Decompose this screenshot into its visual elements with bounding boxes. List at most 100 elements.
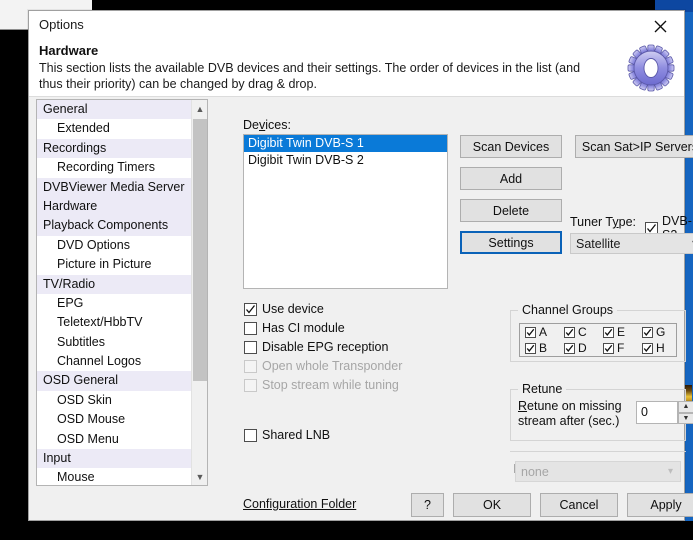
checkbox-box: [642, 327, 653, 338]
channel-group-label: C: [578, 325, 587, 339]
stop-stream-while-tuning-checkbox: Stop stream while tuning: [244, 378, 399, 392]
device-list-item[interactable]: Digibit Twin DVB-S 2: [244, 152, 447, 169]
open-whole-transponder-label: Open whole Transponder: [262, 359, 402, 373]
disable-epg-reception-label: Disable EPG reception: [262, 340, 388, 354]
use-device-label: Use device: [262, 302, 324, 316]
shared-lnb-checkbox[interactable]: Shared LNB: [244, 428, 330, 442]
sidebar-item-osd-mouse[interactable]: OSD Mouse: [37, 410, 207, 429]
sidebar-item-mouse[interactable]: Mouse: [37, 468, 207, 486]
help-button[interactable]: ?: [411, 493, 444, 517]
retune-title: Retune: [518, 382, 566, 396]
checkbox-box: [603, 327, 614, 338]
tuner-type-label: Tuner Type:: [570, 215, 636, 229]
device-list-item[interactable]: Digibit Twin DVB-S 1: [244, 135, 447, 152]
sidebar-item-teletext-hbbtv[interactable]: Teletext/HbbTV: [37, 313, 207, 332]
devices-list[interactable]: Digibit Twin DVB-S 1Digibit Twin DVB-S 2: [243, 134, 448, 289]
delete-button[interactable]: Delete: [460, 199, 562, 222]
sidebar-item-extended[interactable]: Extended: [37, 119, 207, 138]
spin-down-icon[interactable]: ▼: [678, 413, 693, 425]
settings-button[interactable]: Settings: [460, 231, 562, 254]
settings-tree-items: GeneralExtendedRecordingsRecording Timer…: [37, 100, 207, 486]
sidebar-item-dvbviewer-media-server[interactable]: DVBViewer Media Server: [37, 178, 207, 197]
chevron-up-icon[interactable]: ▲: [192, 100, 208, 117]
checkbox-box: [244, 429, 257, 442]
devices-label: Devices:: [243, 118, 291, 132]
tuner-type-select[interactable]: Satellite ▾: [570, 233, 693, 254]
sidebar-item-input[interactable]: Input: [37, 449, 207, 468]
retune-group: Retune Retune on missingstream after (se…: [510, 389, 686, 441]
checkbox-box: [244, 341, 257, 354]
retune-label: Retune on missingstream after (sec.): [518, 399, 628, 429]
channel-group-label: E: [617, 325, 625, 339]
options-dialog: Options Hardware This section lists the …: [28, 10, 685, 521]
scan-satip-servers-button[interactable]: Scan Sat>IP Servers: [575, 135, 693, 158]
scrollbar-thumb[interactable]: [193, 119, 207, 381]
sidebar-item-subtitles[interactable]: Subtitles: [37, 333, 207, 352]
open-whole-transponder-checkbox: Open whole Transponder: [244, 359, 402, 373]
configuration-folder-link[interactable]: Configuration Folder: [243, 497, 356, 511]
sidebar-item-recordings[interactable]: Recordings: [37, 139, 207, 158]
checkbox-box: [244, 303, 257, 316]
sidebar-item-recording-timers[interactable]: Recording Timers: [37, 158, 207, 177]
retune-stepper[interactable]: ▲ ▼: [678, 401, 693, 424]
has-ci-module-label: Has CI module: [262, 321, 345, 335]
chevron-down-icon: ▾: [668, 466, 673, 477]
sidebar-item-tv-radio[interactable]: TV/Radio: [37, 275, 207, 294]
channel-group-e-checkbox[interactable]: E: [598, 325, 637, 339]
external-ci-value: none: [521, 465, 549, 479]
sidebar-item-dvd-options[interactable]: DVD Options: [37, 236, 207, 255]
sidebar-item-osd-menu[interactable]: OSD Menu: [37, 430, 207, 449]
channel-group-label: H: [656, 341, 665, 355]
channel-group-label: G: [656, 325, 665, 339]
sidebar-item-hardware[interactable]: Hardware: [37, 197, 207, 216]
sidebar-item-osd-skin[interactable]: OSD Skin: [37, 391, 207, 410]
channel-group-f-checkbox[interactable]: F: [598, 341, 637, 355]
page-description: This section lists the available DVB dev…: [39, 60, 599, 92]
channel-group-label: A: [539, 325, 547, 339]
has-ci-module-checkbox[interactable]: Has CI module: [244, 321, 345, 335]
channel-group-label: B: [539, 341, 547, 355]
sidebar-item-osd-general[interactable]: OSD General: [37, 371, 207, 390]
checkbox-box: [564, 343, 575, 354]
checkbox-box: [244, 379, 257, 392]
channel-groups-group: Channel Groups ACEGBDFH: [510, 310, 686, 362]
settings-tree[interactable]: GeneralExtendedRecordingsRecording Timer…: [36, 99, 208, 486]
sidebar-item-general[interactable]: General: [37, 100, 207, 119]
checkbox-box: [525, 327, 536, 338]
channel-groups-title: Channel Groups: [518, 303, 617, 317]
channel-group-h-checkbox[interactable]: H: [637, 341, 676, 355]
disable-epg-reception-checkbox[interactable]: Disable EPG reception: [244, 340, 388, 354]
shared-lnb-label: Shared LNB: [262, 428, 330, 442]
channel-group-a-checkbox[interactable]: A: [520, 325, 559, 339]
channel-group-d-checkbox[interactable]: D: [559, 341, 598, 355]
gear-icon: [626, 43, 676, 93]
settings-tree-scrollbar[interactable]: ▲ ▼: [191, 100, 207, 485]
checkbox-box: [244, 360, 257, 373]
channel-groups-grid: A C E G BDF H: [519, 323, 677, 357]
use-device-checkbox[interactable]: Use device: [244, 302, 324, 316]
sidebar-item-playback-components[interactable]: Playback Components: [37, 216, 207, 235]
spin-up-icon[interactable]: ▲: [678, 401, 693, 413]
close-icon[interactable]: [640, 13, 680, 39]
header-panel: Hardware This section lists the availabl…: [29, 40, 684, 97]
channel-group-g-checkbox[interactable]: G: [637, 325, 676, 339]
channel-group-c-checkbox[interactable]: C: [559, 325, 598, 339]
sidebar-item-channel-logos[interactable]: Channel Logos: [37, 352, 207, 371]
apply-button[interactable]: Apply: [627, 493, 693, 517]
checkbox-box: [564, 327, 575, 338]
channel-group-b-checkbox[interactable]: B: [520, 341, 559, 355]
retune-seconds-input[interactable]: 0: [636, 401, 678, 424]
checkbox-box: [244, 322, 257, 335]
sidebar-item-picture-in-picture[interactable]: Picture in Picture: [37, 255, 207, 274]
sidebar-item-epg[interactable]: EPG: [37, 294, 207, 313]
add-button[interactable]: Add: [460, 167, 562, 190]
checkbox-box: [603, 343, 614, 354]
checkbox-box: [525, 343, 536, 354]
titlebar[interactable]: Options: [29, 11, 684, 40]
ok-button[interactable]: OK: [453, 493, 531, 517]
stop-stream-while-tuning-label: Stop stream while tuning: [262, 378, 399, 392]
tuner-type-value: Satellite: [576, 237, 620, 251]
scan-devices-button[interactable]: Scan Devices: [460, 135, 562, 158]
chevron-down-icon[interactable]: ▼: [192, 468, 208, 485]
cancel-button[interactable]: Cancel: [540, 493, 618, 517]
